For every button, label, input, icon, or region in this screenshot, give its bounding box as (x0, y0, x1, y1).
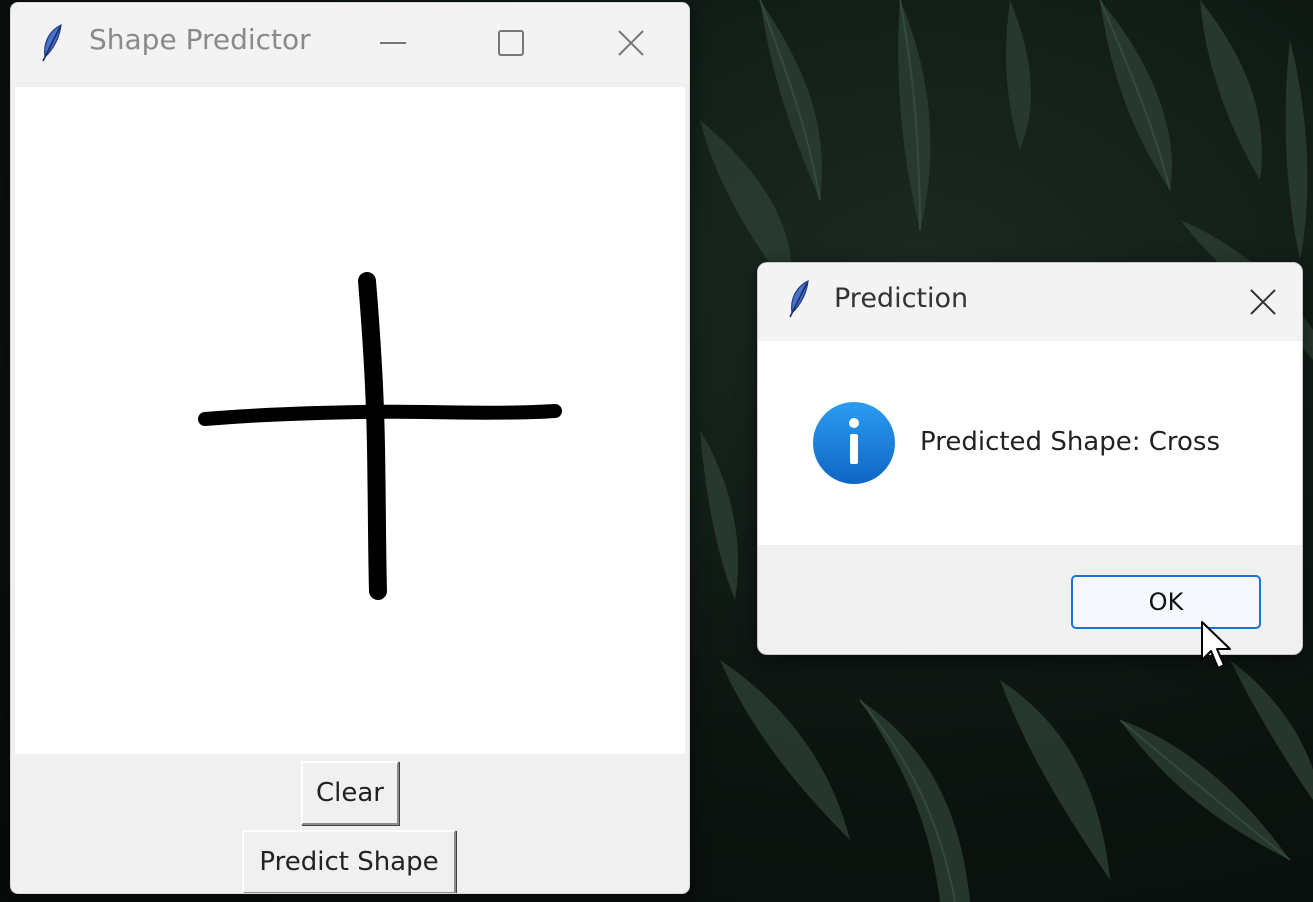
close-icon (1250, 289, 1276, 315)
dialog-close-button[interactable] (1236, 279, 1290, 323)
button-bar: Clear Predict Shape (11, 754, 689, 893)
mouse-cursor-icon (1201, 621, 1231, 669)
minimize-button[interactable] (363, 15, 423, 71)
maximize-button[interactable] (481, 15, 541, 71)
feather-icon (786, 279, 814, 319)
drawn-cross-stroke (198, 272, 562, 600)
dialog-body: Predicted Shape: Cross (758, 341, 1302, 545)
info-icon (812, 401, 896, 485)
prediction-message: Predicted Shape: Cross (920, 427, 1221, 457)
title-bar[interactable]: Shape Predictor (11, 3, 689, 83)
close-button[interactable] (601, 15, 661, 71)
prediction-dialog: Prediction Predicted Shape: Cross OK (757, 262, 1303, 655)
window-title: Shape Predictor (89, 23, 311, 56)
predict-shape-button[interactable]: Predict Shape (242, 830, 456, 893)
minimize-icon (380, 42, 406, 44)
close-icon (618, 30, 644, 56)
maximize-icon (498, 30, 524, 56)
drawing-canvas[interactable] (15, 87, 685, 754)
dialog-title-bar[interactable]: Prediction (758, 263, 1302, 341)
dialog-title: Prediction (834, 283, 969, 314)
feather-icon (39, 23, 67, 63)
shape-predictor-window: Shape Predictor Clear Predict Shape (10, 2, 690, 894)
clear-button[interactable]: Clear (301, 761, 399, 825)
